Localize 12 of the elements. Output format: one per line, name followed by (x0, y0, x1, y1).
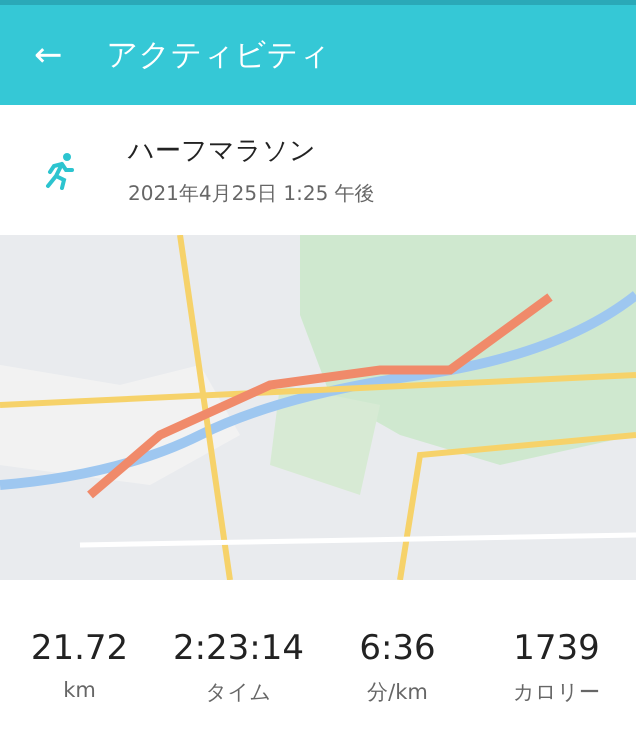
back-button[interactable]: ← (30, 35, 66, 75)
stat-value: 1739 (513, 628, 600, 668)
activity-name: ハーフマラソン (128, 135, 317, 168)
stat-label: カロリー (513, 679, 600, 706)
stat-label: km (63, 678, 96, 702)
page-title: アクティビティ (106, 36, 330, 75)
stat-label: タイム (206, 679, 272, 706)
stat-value: 6:36 (359, 628, 436, 668)
activity-date: 2021年4月25日 1:25 午後 (128, 180, 375, 207)
stat-value: 2:23:14 (172, 628, 304, 668)
stat-value: 21.72 (30, 628, 128, 668)
stat-label: 分/km (367, 679, 428, 706)
